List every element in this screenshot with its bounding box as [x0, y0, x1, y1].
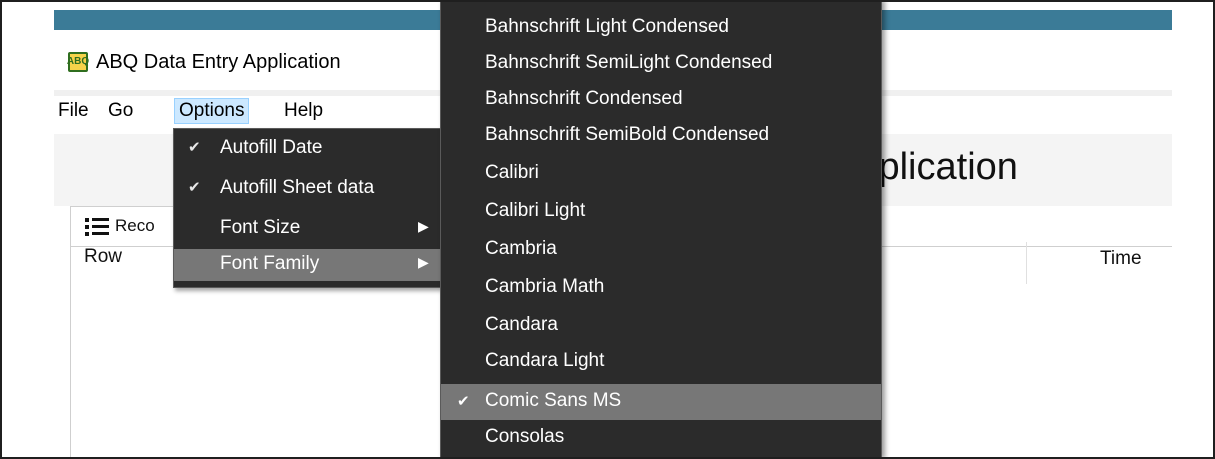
column-header-row[interactable]: Row	[84, 246, 122, 268]
checkmark-icon: ✔	[188, 179, 201, 196]
font-option[interactable]: Consolas	[441, 420, 881, 456]
font-option-label: Candara	[485, 314, 558, 335]
checkmark-icon: ✔	[188, 139, 201, 156]
font-option-label: Bahnschrift SemiBold Condensed	[485, 124, 770, 145]
font-option[interactable]: Calibri	[441, 156, 881, 192]
menu-help[interactable]: Help	[280, 98, 327, 124]
menu-options[interactable]: Options	[174, 98, 250, 124]
menu-item-font-size[interactable]: Font Size ▶	[174, 213, 440, 245]
column-separator	[1026, 242, 1027, 284]
font-option-label: Calibri Light	[485, 200, 586, 221]
font-family-submenu: Bahnschrift Light Condensed Bahnschrift …	[440, 0, 882, 459]
font-option-label: Consolas	[485, 426, 565, 447]
menu-item-font-family[interactable]: Font Family ▶	[174, 249, 440, 281]
screenshot: ABQ ABQ Data Entry Application File Go O…	[0, 0, 1215, 459]
font-option-label: Bahnschrift SemiLight Condensed	[485, 52, 773, 73]
checkmark-icon: ✔	[457, 393, 470, 410]
font-option[interactable]: Candara Light	[441, 344, 881, 380]
menu-item-label: Font Size	[220, 217, 301, 238]
font-option[interactable]: Bahnschrift SemiLight Condensed	[441, 46, 881, 82]
font-option[interactable]: Bahnschrift Condensed	[441, 82, 881, 118]
menu-item-autofill-sheet-data[interactable]: ✔ Autofill Sheet data	[174, 173, 440, 205]
menu-item-label: Autofill Sheet data	[220, 177, 375, 198]
font-option-label: Comic Sans MS	[485, 390, 622, 411]
frame-border-top	[0, 0, 1215, 2]
menu-go[interactable]: Go	[104, 98, 137, 124]
font-option[interactable]: Bahnschrift Light Condensed	[441, 10, 881, 46]
menu-item-label: Autofill Date	[220, 137, 323, 158]
font-option[interactable]: Candara	[441, 308, 881, 344]
font-option-label: Bahnschrift Light Condensed	[485, 16, 729, 37]
column-header-time[interactable]: Time	[1100, 248, 1142, 270]
list-icon	[85, 216, 109, 238]
options-dropdown-menu: ✔ Autofill Date ✔ Autofill Sheet data Fo…	[173, 128, 441, 288]
app-logo-text: ABQ	[66, 56, 90, 67]
font-option-label: Calibri	[485, 162, 539, 183]
app-logo-icon: ABQ	[66, 52, 90, 72]
menu-item-autofill-date[interactable]: ✔ Autofill Date	[174, 133, 440, 165]
font-option[interactable]: Cambria Math	[441, 270, 881, 306]
menu-file[interactable]: File	[54, 98, 93, 124]
submenu-arrow-icon: ▶	[418, 218, 429, 234]
tab-records-label: Reco	[115, 216, 155, 235]
font-option[interactable]: Bahnschrift SemiBold Condensed	[441, 118, 881, 154]
frame-border-left	[0, 0, 2, 459]
font-option-label: Cambria Math	[485, 276, 605, 297]
font-option[interactable]: Calibri Light	[441, 194, 881, 230]
window-title: ABQ Data Entry Application	[96, 51, 341, 73]
font-option-label: Bahnschrift Condensed	[485, 88, 683, 109]
menu-item-label: Font Family	[220, 253, 320, 274]
font-option-selected[interactable]: ✔ Comic Sans MS	[441, 384, 881, 420]
font-option-label: Cambria	[485, 238, 557, 259]
submenu-arrow-icon: ▶	[418, 254, 429, 270]
font-option[interactable]: Cambria	[441, 232, 881, 268]
font-option-label: Candara Light	[485, 350, 605, 371]
